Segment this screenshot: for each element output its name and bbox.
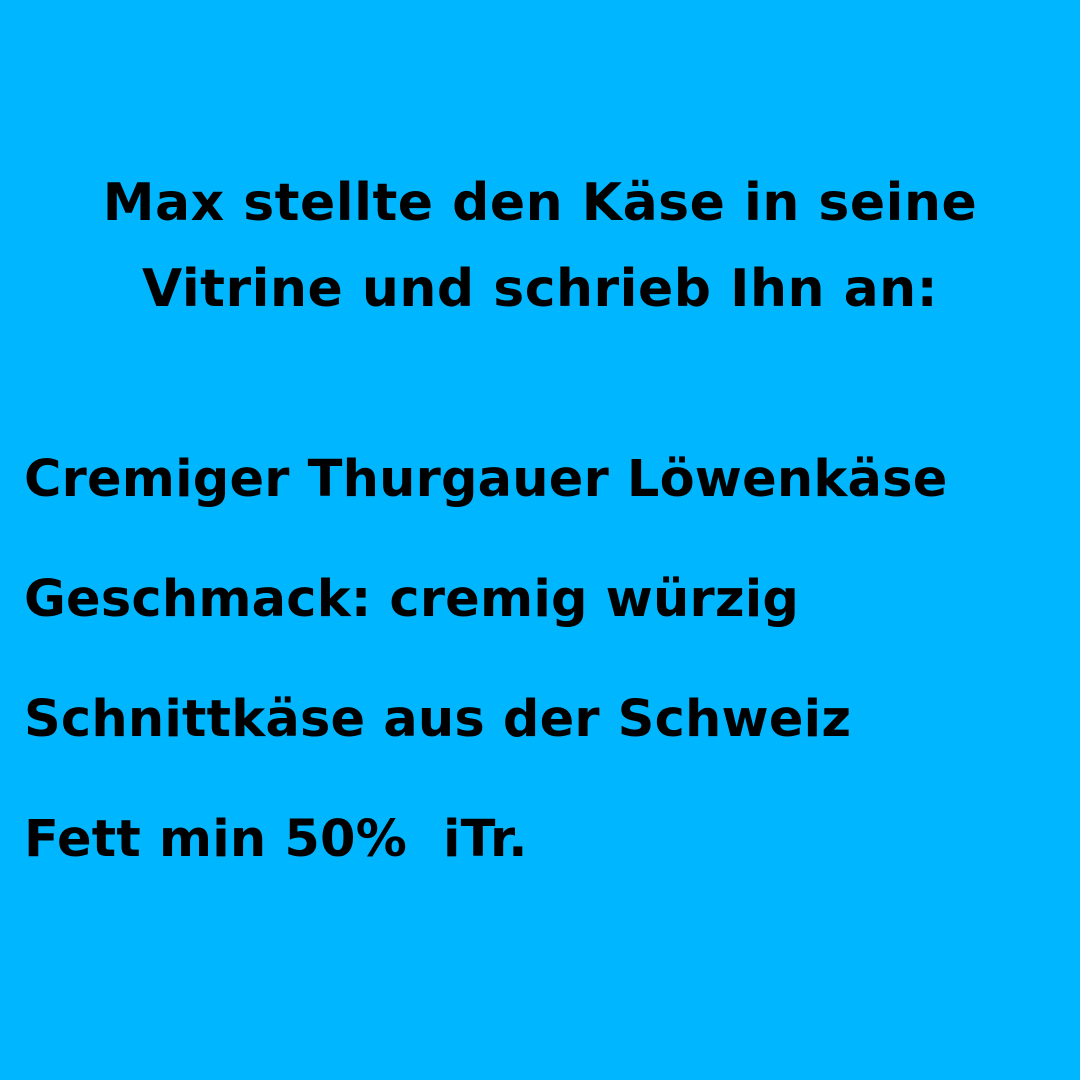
cheese-name: Cremiger Thurgauer Löwenkäse — [24, 450, 948, 509]
headline: Max stellte den Käse in seine Vitrine un… — [0, 160, 1080, 332]
headline-line-2: Vitrine und schrieb Ihn an: — [142, 259, 938, 319]
cheese-origin: Schnittkäse aus der Schweiz — [24, 690, 852, 749]
cheese-fat-content: Fett min 50% iTr. — [24, 810, 528, 869]
cheese-label-text: Cremiger Thurgauer Löwenkäse Geschmack: … — [24, 420, 1064, 900]
cheese-taste: Geschmack: cremig würzig — [24, 570, 800, 629]
post-canvas: Max stellte den Käse in seine Vitrine un… — [0, 0, 1080, 1080]
headline-line-1: Max stellte den Käse in seine — [102, 173, 978, 233]
